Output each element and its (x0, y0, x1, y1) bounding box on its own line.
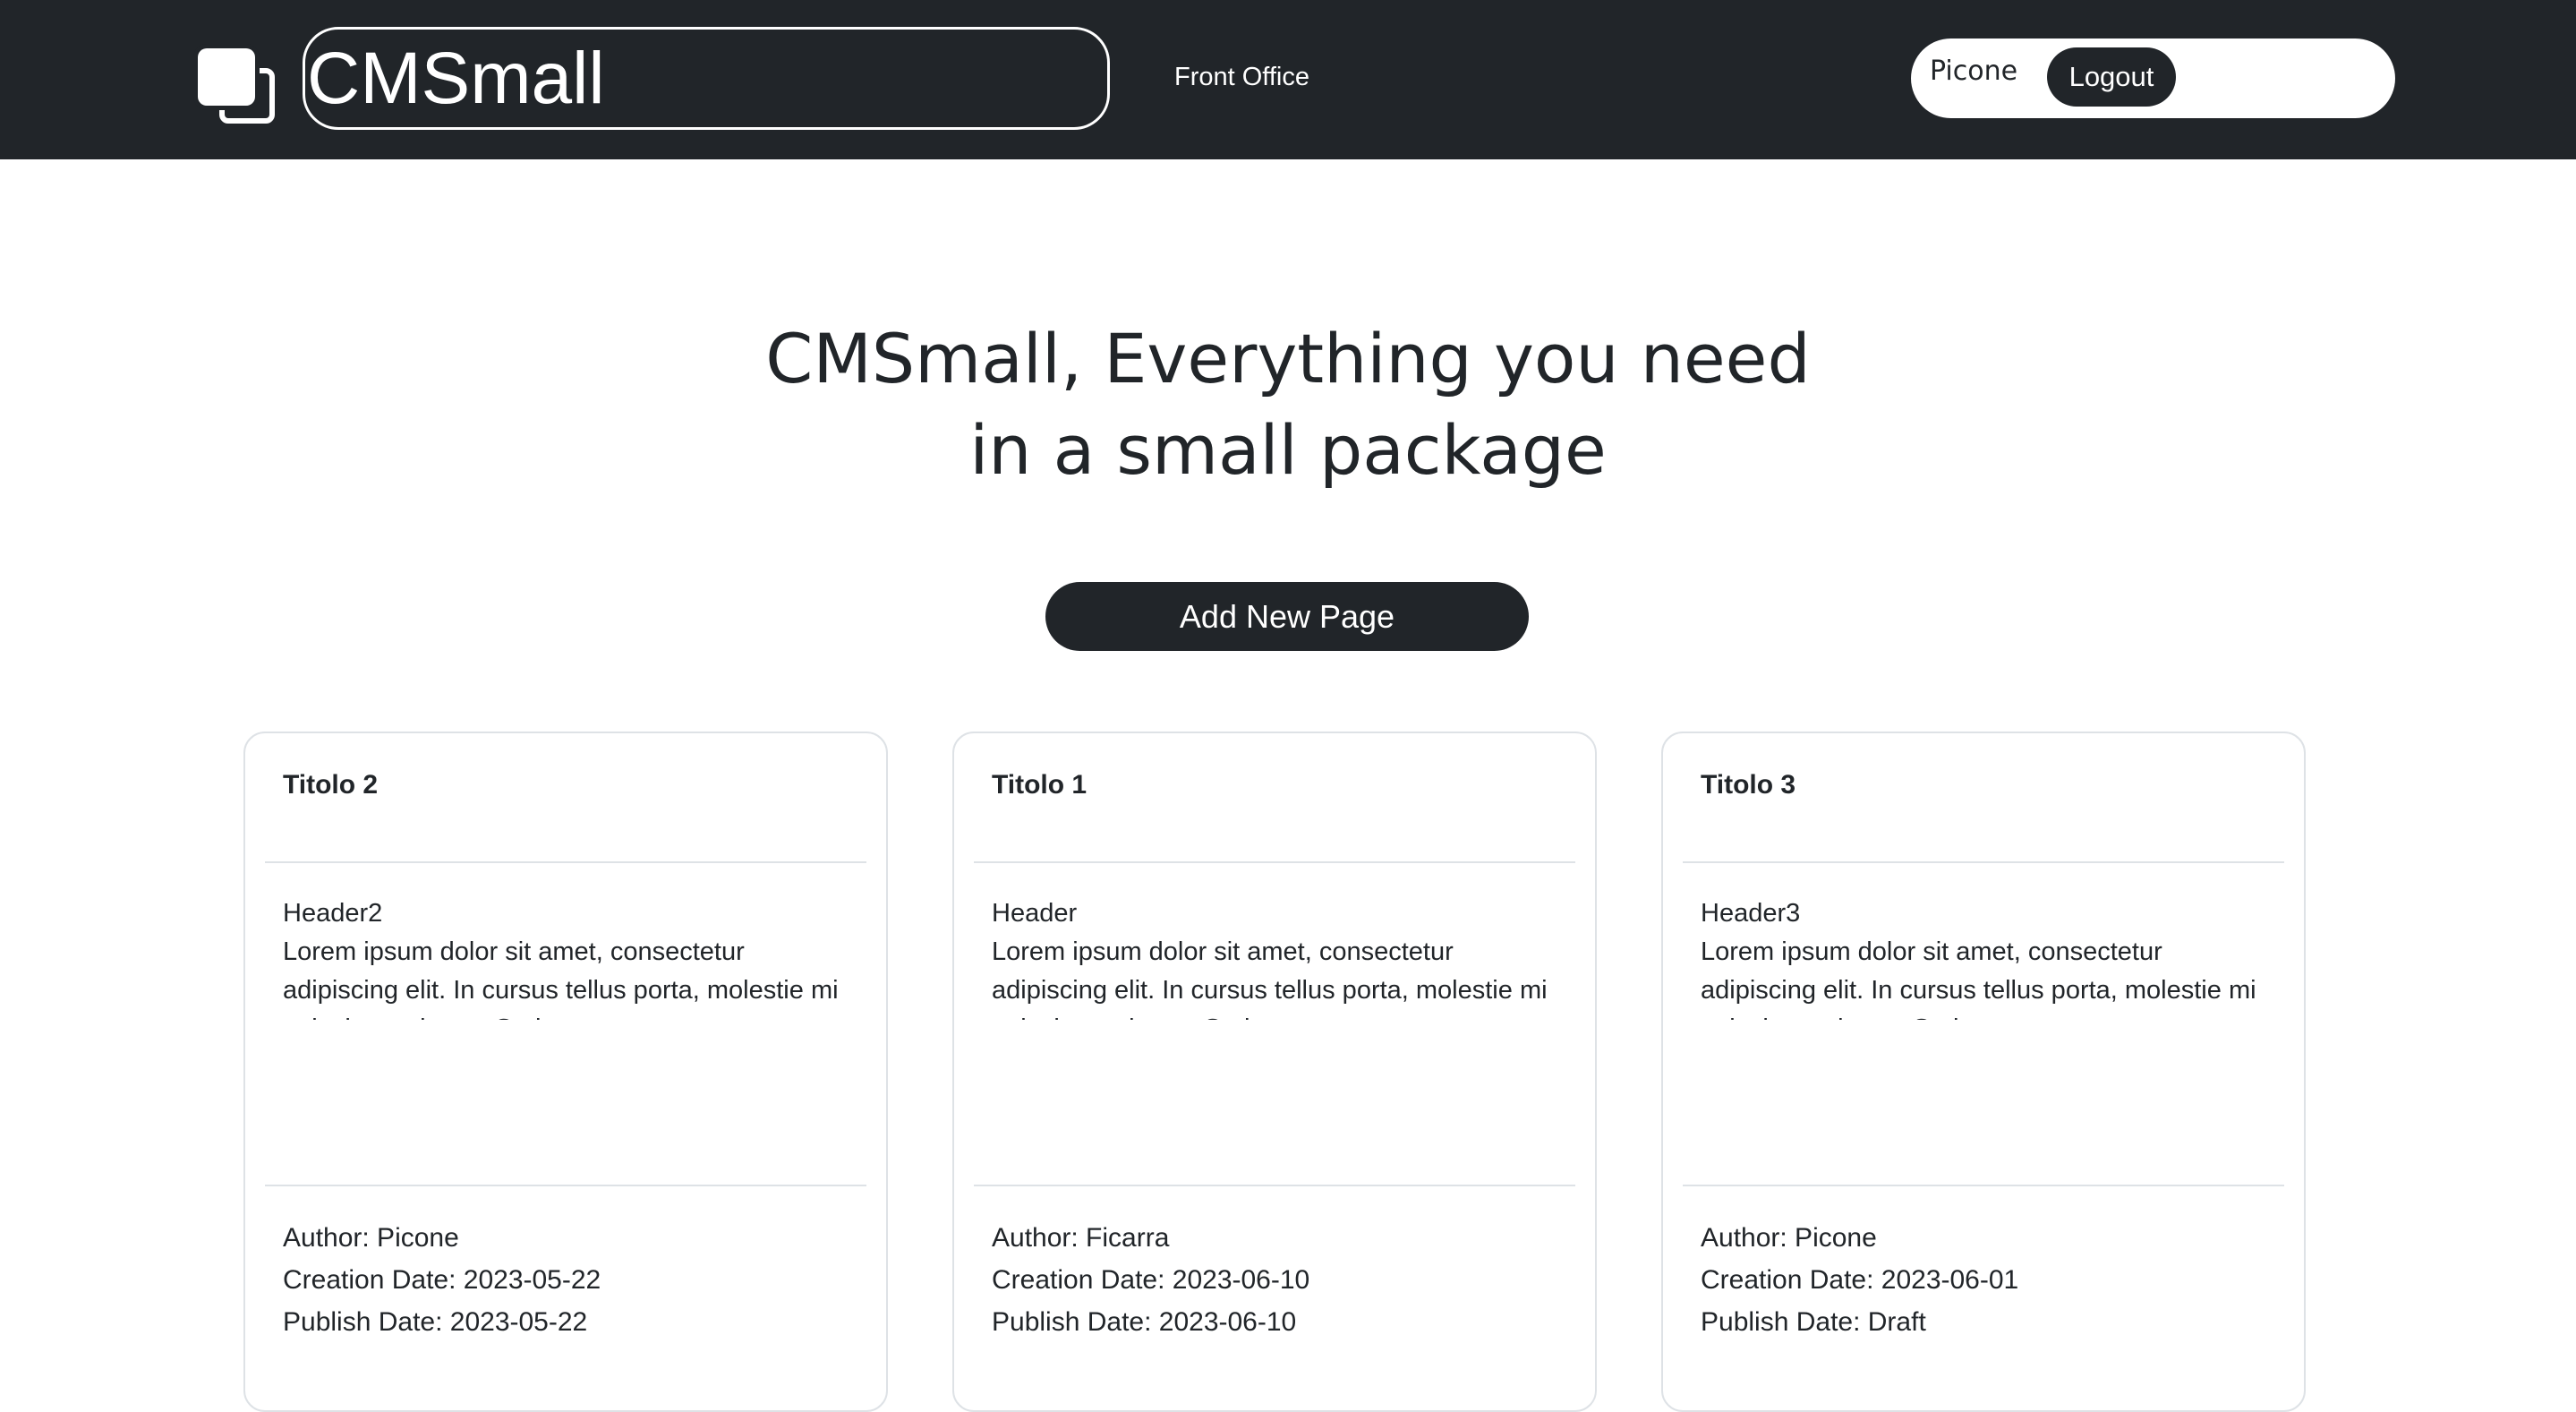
logout-button[interactable]: Logout (2047, 47, 2176, 107)
card-title: Titolo 3 (1701, 770, 1796, 800)
logo-icon[interactable] (196, 45, 280, 129)
card-author: Author: Ficarra (992, 1223, 1170, 1253)
card-body: Header Lorem ipsum dolor sit amet, conse… (992, 894, 1565, 1020)
card-body: Header3 Lorem ipsum dolor sit amet, cons… (1701, 894, 2273, 1020)
card-divider (974, 861, 1575, 863)
hero-heading: CMSmall, Everything you need in a small … (0, 313, 2576, 496)
card-header: Header (992, 899, 1078, 928)
card-publish-date: Publish Date: 2023-06-10 (992, 1307, 1297, 1337)
card-header: Header3 (1701, 899, 1801, 928)
card-header: Header2 (283, 899, 383, 928)
card-divider (265, 1185, 866, 1186)
card-author: Author: Picone (1701, 1223, 1877, 1253)
card-divider (265, 861, 866, 863)
brand-title[interactable]: CMSmall (307, 34, 605, 124)
add-new-page-button[interactable]: Add New Page (1045, 582, 1529, 651)
card-divider (974, 1185, 1575, 1186)
card-title: Titolo 2 (283, 770, 379, 800)
card-text: Lorem ipsum dolor sit amet, consectetur … (283, 937, 839, 1020)
card-creation-date: Creation Date: 2023-05-22 (283, 1265, 601, 1295)
front-office-link[interactable]: Front Office (1174, 59, 1309, 95)
card-author: Author: Picone (283, 1223, 459, 1253)
page-card[interactable]: Titolo 2 Header2 Lorem ipsum dolor sit a… (243, 732, 888, 1412)
card-text: Lorem ipsum dolor sit amet, consectetur … (992, 937, 1548, 1020)
card-title: Titolo 1 (992, 770, 1088, 800)
username-label: Picone (1930, 56, 2018, 87)
card-footer: Author: Picone Creation Date: 2023-05-22… (283, 1217, 601, 1343)
page-card[interactable]: Titolo 1 Header Lorem ipsum dolor sit am… (952, 732, 1597, 1412)
card-publish-date: Publish Date: 2023-05-22 (283, 1307, 588, 1337)
card-body: Header2 Lorem ipsum dolor sit amet, cons… (283, 894, 856, 1020)
card-footer: Author: Ficarra Creation Date: 2023-06-1… (992, 1217, 1309, 1343)
hero-line-2: in a small package (969, 410, 1607, 490)
card-text: Lorem ipsum dolor sit amet, consectetur … (1701, 937, 2256, 1020)
card-footer: Author: Picone Creation Date: 2023-06-01… (1701, 1217, 2018, 1343)
card-publish-date: Publish Date: Draft (1701, 1307, 1926, 1337)
card-divider (1683, 1185, 2284, 1186)
card-creation-date: Creation Date: 2023-06-01 (1701, 1265, 2019, 1295)
page-card[interactable]: Titolo 3 Header3 Lorem ipsum dolor sit a… (1661, 732, 2306, 1412)
hero-line-1: CMSmall, Everything you need (765, 319, 1811, 398)
card-creation-date: Creation Date: 2023-06-10 (992, 1265, 1310, 1295)
card-divider (1683, 861, 2284, 863)
